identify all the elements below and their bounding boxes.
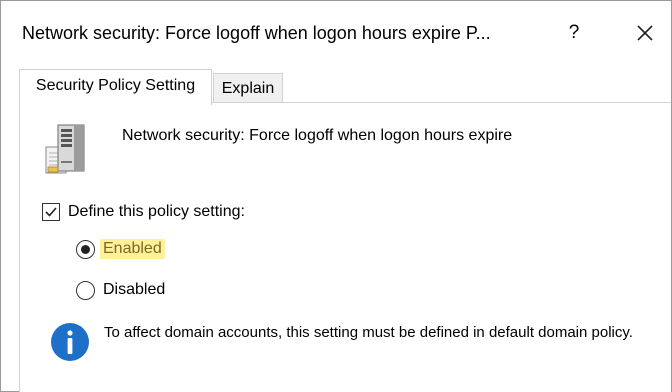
enabled-radio[interactable] bbox=[76, 239, 95, 259]
enabled-label: Enabled bbox=[100, 239, 165, 259]
tab-strip: Security Policy Setting Explain bbox=[1, 63, 671, 105]
help-button[interactable]: ? bbox=[561, 17, 587, 49]
server-icon bbox=[45, 124, 85, 174]
disabled-label: Disabled bbox=[103, 281, 166, 298]
close-button[interactable] bbox=[629, 17, 661, 49]
define-policy-label: Define this policy setting: bbox=[68, 203, 245, 220]
checkmark-icon bbox=[45, 207, 57, 217]
disabled-option[interactable]: Disabled bbox=[76, 278, 168, 302]
define-policy-checkbox[interactable] bbox=[42, 203, 60, 221]
enabled-option[interactable]: Enabled bbox=[76, 237, 165, 261]
radio-selected-dot bbox=[81, 244, 90, 254]
title-bar: Network security: Force logoff when logo… bbox=[1, 1, 671, 63]
info-icon bbox=[51, 323, 89, 361]
close-icon bbox=[637, 25, 653, 41]
policy-name: Network security: Force logoff when logo… bbox=[122, 127, 513, 144]
tab-explain[interactable]: Explain bbox=[213, 73, 283, 103]
tab-panel: Network security: Force logoff when logo… bbox=[19, 102, 671, 392]
policy-dialog: Network security: Force logoff when logo… bbox=[0, 0, 672, 392]
disabled-radio[interactable] bbox=[76, 280, 95, 300]
info-message: To affect domain accounts, this setting … bbox=[104, 324, 633, 341]
window-title: Network security: Force logoff when logo… bbox=[22, 23, 491, 43]
define-policy-checkbox-row[interactable]: Define this policy setting: bbox=[42, 201, 245, 223]
tab-security-policy-setting[interactable]: Security Policy Setting bbox=[19, 69, 212, 105]
